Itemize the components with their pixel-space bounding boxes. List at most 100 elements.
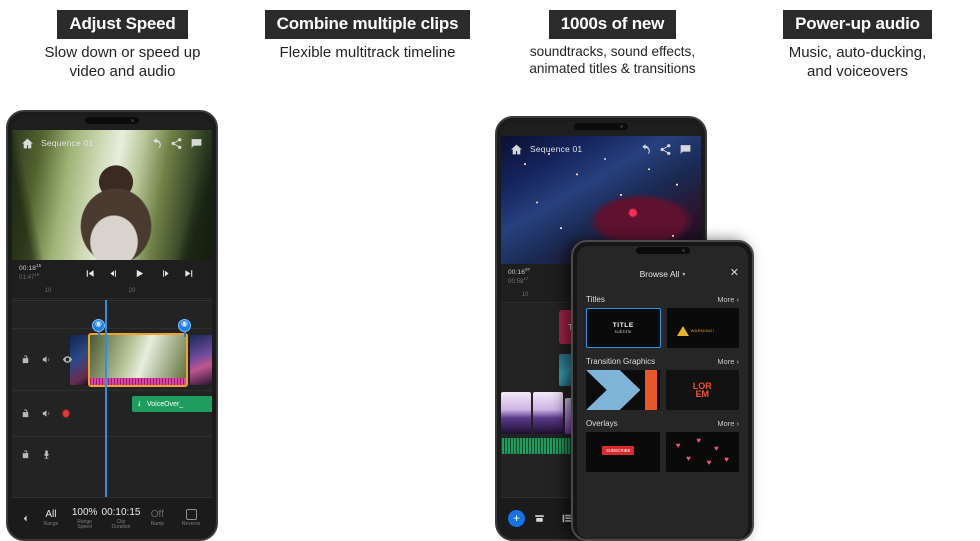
timecode-1: 00:1815 01:4719 [19,263,42,282]
voiceover-clip[interactable]: VoiceOver_ [132,396,212,412]
more-link[interactable]: More › [717,295,739,304]
timeline-track-audio[interactable]: VoiceOver_ [12,390,212,436]
browse-all-title[interactable]: Browse All [640,269,680,279]
feature-showcase: Adjust Speed Slow down or speed up video… [0,0,980,541]
reverse-checkbox[interactable] [185,509,197,521]
step-back-button[interactable] [109,268,120,279]
transition-preset-card[interactable] [586,370,660,410]
panel-power-up-audio: Power-up audio Music, auto-ducking, and … [735,0,980,541]
step-forward-button[interactable] [159,268,170,279]
back-button[interactable] [16,514,34,523]
track-controls-video [12,329,73,390]
panel-4-badge: Power-up audio [783,10,932,39]
phone-mockup-overlay: Browse All ▾ ✕ Titles More › TITLE subti… [571,240,754,541]
timeline-clip[interactable] [70,335,90,385]
panel-1-subtitle: Slow down or speed up video and audio [44,44,201,81]
lock-icon[interactable] [20,354,31,365]
browse-all-panel: Browse All ▾ ✕ Titles More › TITLE subti… [577,246,748,539]
selected-clip[interactable] [88,333,188,387]
panel-2-subtitle: Flexible multitrack timeline [279,44,456,61]
timeline-track-video[interactable] [12,319,212,390]
microphone-icon[interactable] [41,449,52,460]
lock-icon[interactable] [20,408,31,419]
timeline-1[interactable]: VoiceOver_ [12,300,212,497]
phone-notch [85,117,139,124]
section-overlays-header: Overlays More › [577,410,748,432]
comment-icon[interactable] [679,143,692,156]
speaker-icon[interactable] [41,408,52,419]
chevron-down-icon[interactable]: ▾ [682,271,685,278]
titles-grid: TITLE subtitle WARNING! [577,308,748,348]
more-link[interactable]: More › [717,357,739,366]
overlay-preset-card[interactable]: ♥ ♥ ♥ ♥ ♥ ♥ [665,432,739,472]
eye-icon[interactable] [62,354,73,365]
share-icon[interactable] [659,143,672,156]
panel-combine-clips: Combine multiple clips Flexible multitra… [245,0,707,541]
speaker-icon[interactable] [41,354,52,365]
warning-graphic: WARNING! [676,325,715,336]
overlays-grid: SUBSCRIBE ♥ ♥ ♥ ♥ ♥ ♥ [577,432,748,472]
subscribe-graphic: SUBSCRIBE [586,432,660,472]
panel-2-badge: Combine multiple clips [264,10,471,39]
timeline-clip[interactable] [190,335,212,385]
close-icon[interactable]: ✕ [730,268,739,279]
title-preset-card[interactable]: WARNING! [666,308,739,348]
voiceover-clip-label: VoiceOver_ [147,400,184,408]
playhead-1[interactable] [105,300,107,497]
section-titles-header: Titles More › [577,286,748,308]
timeline-ruler-1[interactable]: 10 20 [12,286,212,299]
play-button[interactable] [134,268,145,279]
speed-handle-right[interactable] [178,319,191,337]
home-icon[interactable] [21,137,34,150]
transport-buttons-1 [66,268,212,279]
clip-duration[interactable]: 00:10:15 Clip Duration [102,507,141,531]
panel-1-header: Adjust Speed Slow down or speed up video… [0,0,245,81]
speed-ramp[interactable]: Off Ramp [140,509,174,528]
phone-mockup-1: Sequence 01 00:1815 01:4719 10 20 ◉ ◉ Vo… [6,110,218,541]
panel-4-header: Power-up audio Music, auto-ducking, and … [735,0,980,81]
panel-4-subtitle: Music, auto-ducking, and voiceovers [788,44,927,81]
panel-adjust-speed: Adjust Speed Slow down or speed up video… [0,0,245,541]
add-media-button[interactable]: + [508,510,525,527]
speed-handle-left[interactable] [92,319,105,337]
section-transition-graphics-header: Transition Graphics More › [577,348,748,370]
section-title: Overlays [586,419,618,428]
transition-graphics-grid: LOR EM [577,370,748,410]
lock-icon[interactable] [20,449,31,460]
panel-1-badge: Adjust Speed [57,10,188,39]
skip-to-end-button[interactable] [184,268,195,279]
warning-triangle-icon [676,325,689,336]
panel-3-subtitle: soundtracks, sound effects, animated tit… [529,44,696,77]
app-top-bar-2: Sequence 01 [501,136,701,162]
share-icon[interactable] [170,137,183,150]
app-top-bar-1: Sequence 01 [12,130,212,156]
skip-to-start-button[interactable] [84,268,95,279]
panel-3-header: 1000s of new soundtracks, sound effects,… [490,0,735,78]
undo-icon[interactable] [639,143,652,156]
record-icon[interactable] [62,409,70,418]
timeline-track-extra[interactable] [12,436,212,472]
transition-preset-card[interactable]: LOR EM [665,370,739,410]
sequence-name-2: Sequence 01 [530,144,583,154]
home-icon[interactable] [510,143,523,156]
speed-reverse[interactable]: Reverse [174,509,208,528]
phone-notch [574,123,628,130]
lorem-graphic: LOR EM [665,370,739,410]
section-title: Transition Graphics [586,357,656,366]
speed-toolbar: All Range 100% Range Speed 00:10:15 Clip… [12,497,212,539]
browse-all-header: Browse All ▾ ✕ [577,262,748,286]
trim-tool[interactable] [525,512,553,525]
speed-range[interactable]: All Range [34,509,68,528]
overlay-preset-card[interactable]: SUBSCRIBE [586,432,660,472]
sequence-name-1: Sequence 01 [41,138,94,148]
panel-3-badge: 1000s of new [548,10,677,39]
phone-1-screen: Sequence 01 00:1815 01:4719 10 20 ◉ ◉ Vo… [12,116,212,539]
more-link[interactable]: More › [717,419,739,428]
speed-value[interactable]: 100% Range Speed [68,507,102,531]
arrow-graphic [586,370,660,410]
hearts-graphic: ♥ ♥ ♥ ♥ ♥ ♥ [665,432,739,472]
title-preset-card[interactable]: TITLE subtitle [586,308,661,348]
section-title: Titles [586,295,605,304]
comment-icon[interactable] [190,137,203,150]
undo-icon[interactable] [150,137,163,150]
